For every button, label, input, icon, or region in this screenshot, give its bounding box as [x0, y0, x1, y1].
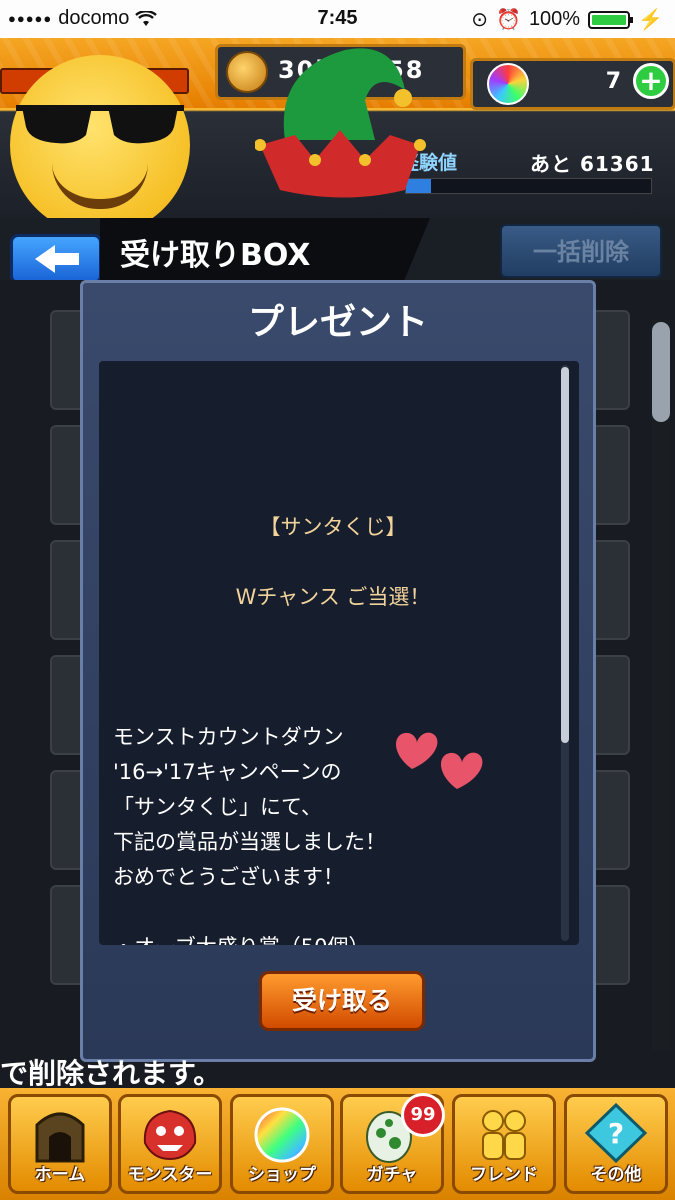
- orb-icon: [254, 1107, 310, 1163]
- charging-icon: ⚡: [638, 9, 663, 31]
- home-gate-icon: [35, 1112, 85, 1163]
- nav-friend-label: フレンド: [470, 1165, 538, 1185]
- expiry-notice: で削除されます。: [0, 1057, 222, 1090]
- sunglasses-emoji-sticker: [10, 55, 190, 235]
- message-heading-2: Wチャンス ご当選！: [235, 585, 431, 609]
- nav-shop[interactable]: ショップ: [230, 1094, 334, 1194]
- battery-percent: 100%: [528, 8, 581, 30]
- nav-home-label: ホーム: [34, 1165, 86, 1185]
- message-box[interactable]: 【サンタくじ】 Wチャンス ご当選！ モンストカウントダウン '16→'17キャ…: [99, 361, 579, 945]
- nav-monster-label: モンスター: [127, 1165, 213, 1185]
- back-arrow-icon: [35, 245, 79, 273]
- add-orb-button[interactable]: +: [633, 63, 669, 99]
- orb-count: 7: [605, 69, 621, 94]
- smile: [52, 163, 148, 209]
- exp-bar: [405, 178, 652, 194]
- message-heading-1: 【サンタくじ】: [259, 515, 407, 539]
- nav-other[interactable]: ? その他: [564, 1094, 668, 1194]
- rotation-lock-icon: ⊙: [471, 9, 489, 31]
- elf-hat-sticker: [255, 48, 426, 198]
- orb-panel: 7 +: [470, 58, 675, 110]
- modal-title: プレゼント: [247, 302, 428, 343]
- page-title: 受け取りBOX: [120, 238, 311, 273]
- bottom-nav: ホーム モンスター ショップ 99 ガチャ フレンド ? その他: [0, 1088, 675, 1200]
- nav-friend[interactable]: フレンド: [452, 1094, 556, 1194]
- message-text: モンストカウントダウン '16→'17キャンペーンの 「サンタくじ」にて、 下記…: [113, 725, 386, 945]
- nav-gacha-label: ガチャ: [366, 1165, 418, 1185]
- friends-icon: [482, 1110, 526, 1160]
- exp-remaining: あと 61361: [530, 152, 655, 176]
- nav-shop-label: ショップ: [248, 1165, 316, 1185]
- list-scroll-thumb[interactable]: [652, 322, 670, 422]
- sunglasses-icon: [16, 105, 184, 144]
- alarm-icon: ⏰: [496, 9, 521, 31]
- nav-home[interactable]: ホーム: [8, 1094, 112, 1194]
- monster-dragon-icon: [143, 1109, 197, 1161]
- status-bar: ●●●●● docomo 7:45 ⊙ ⏰ 100% ⚡: [0, 0, 675, 38]
- back-button[interactable]: [10, 234, 102, 284]
- header-row: 受け取りBOX 一括削除: [0, 218, 675, 284]
- bulk-delete-button[interactable]: 一括削除: [500, 224, 662, 278]
- present-modal: プレゼント 【サンタくじ】 Wチャンス ご当選！ モンストカウントダウン '16…: [80, 280, 596, 1062]
- receive-button[interactable]: 受け取る: [259, 971, 425, 1031]
- svg-text:?: ?: [608, 1117, 624, 1150]
- orb-icon: [487, 63, 529, 105]
- nav-gacha[interactable]: 99 ガチャ: [340, 1093, 445, 1194]
- battery-icon: [588, 10, 634, 29]
- list-scrollbar[interactable]: [652, 320, 670, 1050]
- other-icon: ?: [584, 1103, 648, 1163]
- gacha-badge: 99: [401, 1093, 445, 1137]
- nav-monster[interactable]: モンスター: [118, 1094, 222, 1194]
- nav-other-label: その他: [590, 1165, 642, 1185]
- message-scroll-thumb[interactable]: [561, 367, 569, 743]
- hearts-sticker: [395, 732, 483, 789]
- message-body: 【サンタくじ】 Wチャンス ご当選！ モンストカウントダウン '16→'17キャ…: [113, 475, 553, 945]
